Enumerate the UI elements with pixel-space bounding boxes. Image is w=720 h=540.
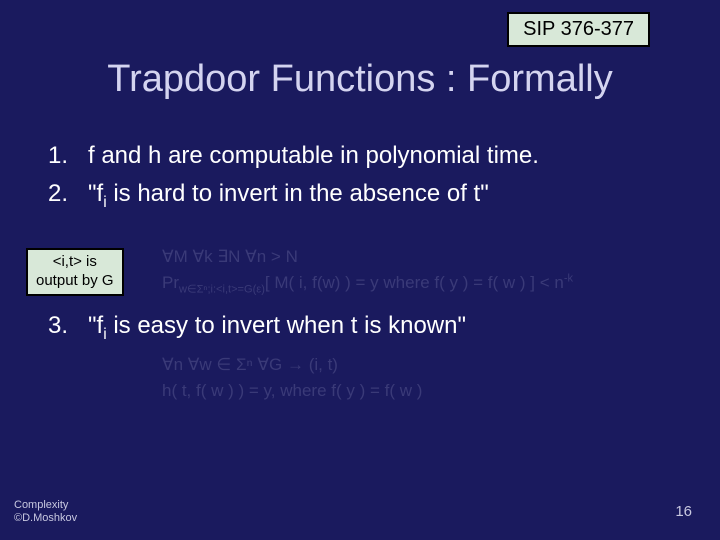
text-fragment: is easy to invert when t is known"	[107, 312, 466, 339]
page-number: 16	[675, 503, 692, 520]
text-fragment: is hard to invert in the absence of t"	[107, 180, 489, 207]
formula-line: ∀n ∀w ∈ Σⁿ ∀G → (i, t)	[162, 352, 422, 378]
formula-block-1: ∀M ∀k ∃N ∀n > N Prw∈Σⁿ;i:<i,t>=G(ε)[ M( …	[162, 244, 573, 297]
subscript: w∈Σⁿ;i:<i,t>=G(ε)	[179, 283, 265, 295]
footer-line: Complexity	[14, 499, 77, 513]
list-item: 1. f and h are computable in polynomial …	[48, 140, 680, 172]
formula-block-2: ∀n ∀w ∈ Σⁿ ∀G → (i, t) h( t, f( w ) ) = …	[162, 352, 422, 403]
superscript: -k	[564, 272, 573, 284]
item-text: "fi is easy to invert when t is known"	[88, 312, 680, 344]
item-text: f and h are computable in polynomial tim…	[88, 140, 680, 172]
reference-box: SIP 376-377	[507, 12, 650, 47]
note-line: <i,t> is	[36, 253, 114, 272]
item-number: 3.	[48, 312, 88, 344]
slide-title: Trapdoor Functions : Formally	[0, 58, 720, 101]
content-area: 1. f and h are computable in polynomial …	[48, 140, 680, 219]
formula-line: Prw∈Σⁿ;i:<i,t>=G(ε)[ M( i, f(w) ) = y wh…	[162, 270, 573, 298]
text-fragment: Pr	[162, 273, 179, 292]
item-text: "fi is hard to invert in the absence of …	[88, 178, 680, 213]
note-line: output by G	[36, 272, 114, 291]
formula-line: ∀M ∀k ∃N ∀n > N	[162, 244, 573, 270]
formula-line: h( t, f( w ) ) = y, where f( y ) = f( w …	[162, 378, 422, 404]
list-item: 2. "fi is hard to invert in the absence …	[48, 178, 680, 213]
text-fragment: [ M( i, f(w) ) = y where f( y ) = f( w )…	[265, 273, 564, 292]
reference-text: SIP 376-377	[523, 18, 634, 40]
text-fragment: "f	[88, 180, 103, 207]
footer-line: ©D.Moshkov	[14, 512, 77, 526]
note-box: <i,t> is output by G	[26, 248, 124, 296]
text-fragment: "f	[88, 312, 103, 339]
footer: Complexity ©D.Moshkov	[14, 499, 77, 527]
item-number: 1.	[48, 140, 88, 172]
item-number: 2.	[48, 178, 88, 213]
list-item: 3. "fi is easy to invert when t is known…	[48, 312, 680, 344]
